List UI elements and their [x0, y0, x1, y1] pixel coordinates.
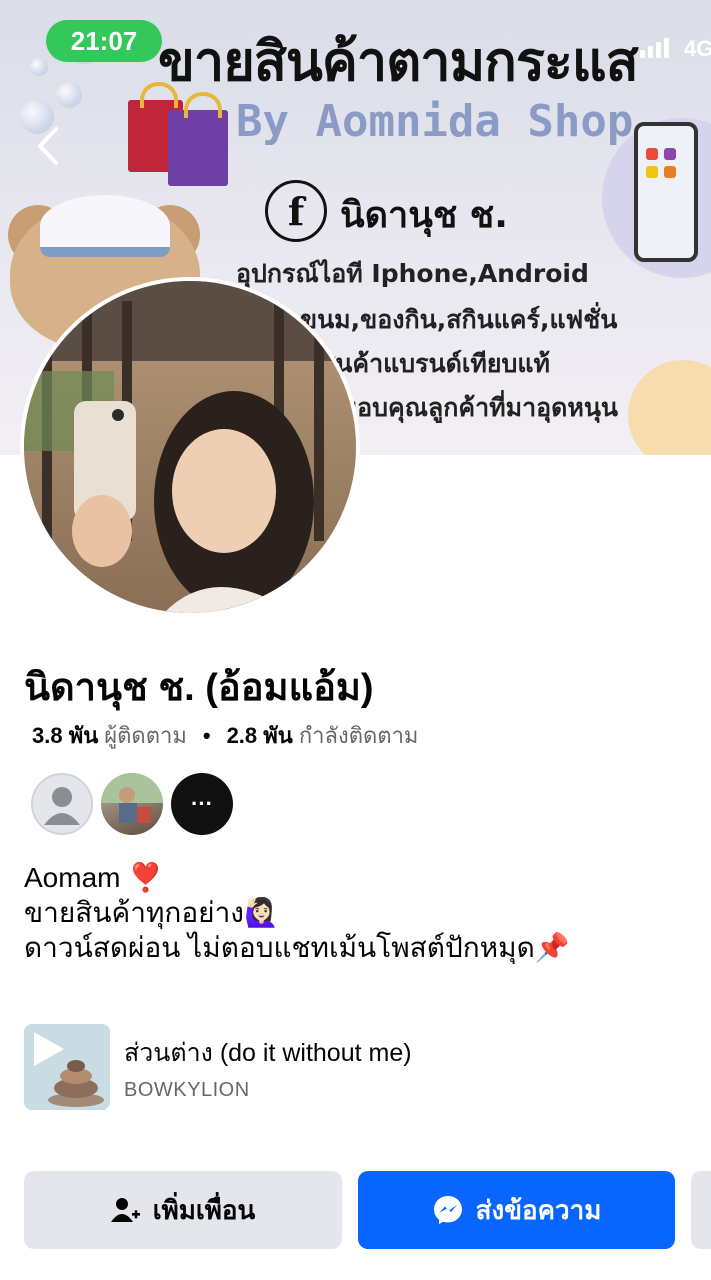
facebook-logo-icon: f [265, 180, 327, 242]
cover-subtitle: By Aomnida Shop [236, 96, 634, 147]
cover-text-line: อุปกรณ์ไอที Iphone,Android [236, 259, 589, 288]
cover-bubble-decoration [56, 82, 82, 108]
cover-text-line: ขอบคุณลูกค้าที่มาอุดหนุน [340, 393, 619, 422]
network-type: 4G [684, 36, 711, 61]
message-label: ส่งข้อความ [475, 1194, 602, 1225]
profile-picture[interactable] [20, 277, 360, 617]
chevron-left-icon [38, 127, 58, 165]
music-artist: BOWKYLION [124, 1078, 250, 1101]
play-icon [34, 1032, 64, 1066]
person-add-icon [110, 1196, 141, 1224]
cover-text-line: สินค้าแบรนด์เทียบแท้ [320, 349, 550, 378]
profile-name: นิดานุช ช. (อ้อมแอ้ม) [24, 667, 374, 709]
sailor-hat-illustration [40, 195, 170, 257]
bio-line: ดาวน์สดผ่อน ไม่ตอบแชทเม้นโพสต์ปักหมุด📌 [24, 932, 570, 963]
mutual-friend-photo [101, 773, 163, 823]
following-count[interactable]: 2.8 พัน [227, 718, 293, 753]
profile-photo [24, 281, 356, 613]
signal-strength-icon [640, 38, 669, 58]
more-mutuals-button[interactable]: ··· [171, 773, 233, 835]
back-button[interactable] [28, 122, 68, 170]
mutual-friends: ··· [31, 773, 233, 835]
phone-illustration [634, 122, 698, 262]
cover-text-line: ขนม,ของกิน,สกินแคร์,แฟชั่น [300, 305, 618, 334]
more-options-button[interactable] [691, 1171, 711, 1249]
add-friend-button[interactable]: เพิ่มเพื่อน [24, 1171, 342, 1249]
profile-music[interactable]: ส่วนต่าง (do it without me) BOWKYLION [24, 1024, 412, 1110]
mutual-friend-avatar[interactable] [31, 773, 93, 835]
cover-fb-name: นิดานุช ช. [340, 195, 508, 236]
messenger-icon [432, 1194, 464, 1226]
default-avatar-icon [44, 787, 80, 825]
followers-count[interactable]: 3.8 พัน [32, 718, 98, 753]
status-time: 21:07 [46, 20, 162, 62]
shopping-bag-illustration [168, 110, 228, 186]
bio-line: Aomam ❣️ [24, 862, 164, 893]
following-label[interactable]: กำลังติดตาม [299, 718, 419, 753]
music-album-art[interactable] [24, 1024, 110, 1110]
duck-illustration [628, 360, 711, 455]
profile-actions: เพิ่มเพื่อน ส่งข้อความ [24, 1171, 711, 1249]
followers-label[interactable]: ผู้ติดตาม [104, 718, 187, 753]
message-button[interactable]: ส่งข้อความ [358, 1171, 675, 1249]
bio-line: ขายสินค้าทุกอย่าง🙋🏻‍♀️ [24, 897, 279, 928]
mutual-friend-avatar[interactable] [101, 773, 163, 835]
add-friend-label: เพิ่มเพื่อน [152, 1194, 256, 1225]
cover-title: ขายสินค้าตามกระแส [158, 30, 639, 93]
profile-bio: Aomam ❣️ ขายสินค้าทุกอย่าง🙋🏻‍♀️ ดาวน์สดผ… [24, 860, 570, 965]
stats-separator: • [202, 722, 211, 748]
follow-stats: 3.8 พัน ผู้ติดตาม • 2.8 พัน กำลังติดตาม [32, 718, 418, 753]
music-title: ส่วนต่าง (do it without me) [124, 1038, 412, 1067]
cover-bubble-decoration [30, 58, 48, 76]
